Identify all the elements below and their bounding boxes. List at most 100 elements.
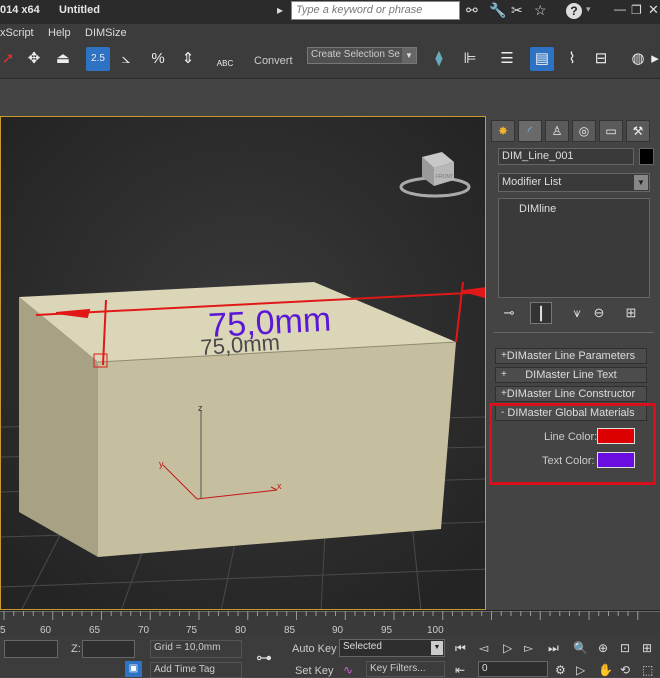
tick-label: 70 (138, 625, 150, 636)
motion-tab-icon[interactable]: ◎ (572, 120, 596, 142)
hierarchy-tab-icon[interactable]: ♙ (545, 120, 569, 142)
object-name-field[interactable]: DIM_Line_001 (498, 148, 634, 165)
key-filters-button[interactable]: Key Filters... (366, 661, 445, 677)
binoculars-icon[interactable]: ⚯ (466, 2, 478, 19)
display-tab-icon[interactable]: ▭ (599, 120, 623, 142)
previous-frame-icon[interactable]: ◅ (479, 641, 488, 655)
snap-25-label: 2.5 (91, 53, 105, 64)
restore-icon[interactable]: ❐ (631, 3, 642, 17)
rollout-line-text[interactable]: + DIMaster Line Text (495, 367, 647, 383)
menu-bar: xScript Help DIMSize (0, 24, 660, 42)
spinner-snap-icon[interactable]: ⇕ (176, 47, 200, 71)
object-color-swatch[interactable] (639, 148, 654, 165)
zoom-all-icon[interactable]: ⊕ (598, 641, 608, 655)
chevron-down-icon[interactable]: ▾ (586, 4, 591, 15)
track-bar[interactable]: 5 60 65 70 75 80 85 90 95 100 (0, 610, 660, 637)
help-icon[interactable]: ? (566, 3, 582, 19)
z-label: Z: (71, 643, 81, 655)
go-to-start-icon[interactable]: ⏮ (455, 641, 466, 656)
curve-icon[interactable]: ∿ (343, 663, 353, 677)
snap-25-icon[interactable]: 2.5 (86, 47, 110, 71)
tick-label: 85 (284, 625, 296, 636)
z-coordinate-field[interactable] (82, 640, 135, 658)
main-toolbar: ➚ ✥ ⏏ 2.5 ⦣ % ⇕ ABC Convert Create Selec… (0, 42, 660, 79)
schematic-view-icon[interactable]: ⊟ (589, 47, 613, 71)
key-mode-dropdown[interactable]: Selected ▼ (339, 639, 445, 657)
modifier-list-label: Modifier List (502, 176, 562, 188)
modifier-stack[interactable]: DIMline (498, 198, 650, 298)
close-icon[interactable]: ✕ (648, 2, 659, 18)
key-icon[interactable]: ⊶ (256, 648, 272, 668)
pin-stack-icon[interactable]: ⊸ (498, 302, 520, 324)
app-version: 014 x64 (0, 4, 40, 16)
tick-label: 80 (235, 625, 247, 636)
percent-label: % (151, 50, 165, 67)
zoom-extents-icon[interactable]: ⊡ (620, 641, 630, 655)
go-to-end-icon[interactable]: ⏭ (548, 641, 559, 656)
box-front-face (98, 342, 456, 557)
timeline-ruler (0, 611, 660, 620)
auto-key-button[interactable]: Auto Key (292, 643, 337, 655)
curve-editor-icon[interactable]: ⌇ (560, 47, 584, 71)
stack-item-dimline[interactable]: DIMline (519, 203, 556, 215)
search-input[interactable]: Type a keyword or phrase (291, 1, 460, 20)
align-icon[interactable]: ⊫ (458, 47, 482, 71)
rollout-line-constructor[interactable]: + DIMaster Line Constructor (495, 386, 647, 402)
render-setup-icon[interactable]: ▸ (650, 47, 660, 71)
place-icon[interactable]: ⏏ (51, 47, 75, 71)
make-unique-icon[interactable]: ⩛ (566, 302, 588, 324)
satellite-icon[interactable]: ✂ (511, 2, 523, 19)
modify-tab-icon[interactable]: ◜ (518, 120, 542, 142)
play-icon[interactable]: ▷ (503, 641, 512, 655)
named-selection-set-dropdown[interactable]: Create Selection Se ▼ (307, 47, 417, 64)
set-key-button[interactable]: Set Key (295, 665, 334, 677)
field-of-view-icon[interactable]: ▷ (576, 663, 585, 677)
convert-label[interactable]: Convert (254, 55, 293, 67)
percent-snap-icon[interactable]: % (146, 47, 170, 71)
highlight-box (489, 403, 656, 485)
create-tab-icon[interactable]: ✸ (491, 120, 515, 142)
menu-item-help[interactable]: Help (48, 27, 71, 39)
time-config-icon[interactable]: ⚙ (555, 663, 566, 677)
select-link-icon[interactable]: ➚ (0, 47, 20, 71)
viewport-scene: z x y 75,0mm 75,0mm FRONT (1, 117, 485, 609)
edit-named-selection-icon[interactable]: ABC (213, 47, 237, 71)
perspective-viewport[interactable]: z x y 75,0mm 75,0mm FRONT (0, 116, 486, 610)
configure-modifier-sets-icon[interactable]: ⊞ (620, 302, 642, 324)
layer-manager-icon[interactable]: ☰ (495, 47, 519, 71)
time-tag-icon[interactable]: ▣ (125, 661, 142, 677)
star-icon[interactable]: ☆ (534, 2, 547, 19)
scene-explorer-icon[interactable]: ▤ (530, 47, 554, 71)
x-coordinate-field[interactable] (4, 640, 58, 658)
menu-item-maxscript[interactable]: xScript (0, 27, 34, 39)
svg-text:y: y (159, 459, 164, 469)
minimize-icon[interactable]: — (614, 2, 626, 16)
next-frame-icon[interactable]: ▻ (524, 641, 533, 655)
menu-item-dimsize[interactable]: DIMSize (85, 27, 127, 39)
material-editor-icon[interactable]: ◍ (626, 47, 650, 71)
utilities-tab-icon[interactable]: ⚒ (626, 120, 650, 142)
axis-z-label: z (198, 403, 203, 413)
zoom-icon[interactable]: 🔍 (573, 641, 588, 655)
dropdown-arrow-icon[interactable]: ▸ (277, 3, 283, 17)
mirror-icon[interactable]: ⧫ (427, 47, 451, 71)
pan-icon[interactable]: ✋ (598, 663, 613, 677)
modifier-list-dropdown[interactable]: Modifier List ▼ (498, 173, 650, 192)
document-title: Untitled (59, 4, 100, 16)
current-frame-field[interactable]: 0 (478, 661, 548, 677)
tick-label: 60 (40, 625, 52, 636)
angle-snap-icon[interactable]: ⦣ (114, 47, 138, 71)
orbit-icon[interactable]: ⟲ (620, 663, 630, 677)
key-mode-toggle-icon[interactable]: ⇤ (455, 663, 465, 677)
move-icon[interactable]: ✥ (22, 47, 46, 71)
maximize-viewport-icon[interactable]: ⬚ (642, 663, 653, 677)
rollout-label: DIMaster Line Constructor (506, 388, 636, 400)
rollout-line-parameters[interactable]: + DIMaster Line Parameters (495, 348, 647, 364)
remove-modifier-icon[interactable]: ⊖ (588, 302, 610, 324)
show-end-result-icon[interactable]: ┃ (530, 302, 552, 324)
chevron-down-icon: ▼ (431, 641, 443, 655)
add-time-tag-button[interactable]: Add Time Tag (150, 662, 242, 678)
dimension-text[interactable]: 75,0mm (207, 301, 332, 345)
wrench-icon[interactable]: 🔧 (489, 2, 506, 19)
zoom-extents-all-icon[interactable]: ⊞ (642, 641, 652, 655)
